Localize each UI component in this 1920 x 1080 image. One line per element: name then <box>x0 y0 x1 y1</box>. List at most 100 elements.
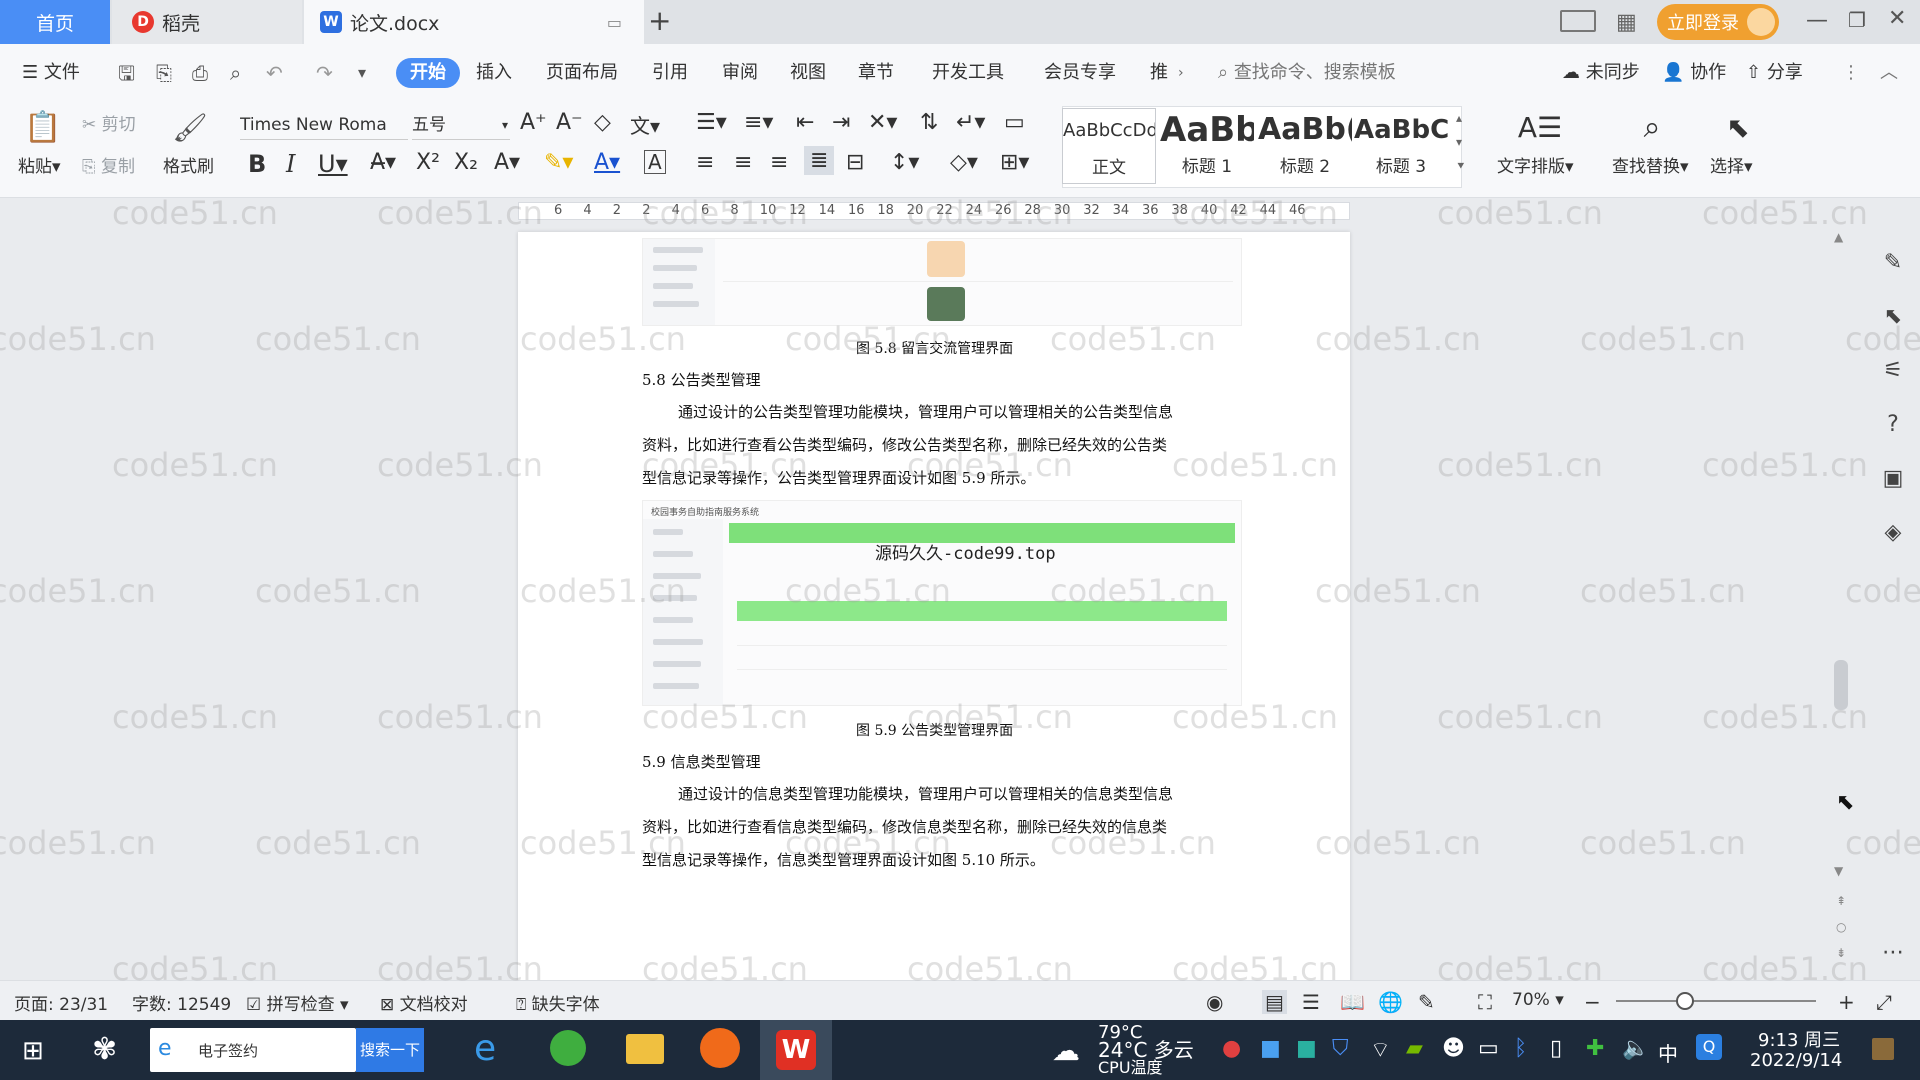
scroll-down-icon[interactable]: ▼ <box>1834 864 1843 878</box>
outline-view-icon[interactable]: ☰ <box>1302 990 1320 1014</box>
subscript-icon[interactable]: X₂ <box>454 150 478 175</box>
char-border-icon[interactable]: A <box>644 150 666 174</box>
style-scroll-icon[interactable]: ▴ ▾ ⯆ <box>1456 106 1466 178</box>
select-browse-icon[interactable]: ○ <box>1836 920 1846 934</box>
collapse-ribbon-icon[interactable]: ︿ <box>1880 58 1898 88</box>
web-view-icon[interactable]: 🌐 <box>1378 990 1403 1014</box>
zoom-in-icon[interactable]: + <box>1838 990 1855 1014</box>
ime-indicator[interactable]: 中 <box>1658 1038 1678 1067</box>
paste-icon[interactable]: 📋 <box>20 106 66 148</box>
cursor-select-icon[interactable]: ⬉ <box>1718 106 1758 148</box>
show-marks-icon[interactable]: ↵▾ <box>956 110 985 135</box>
help-icon[interactable]: ? <box>1879 412 1907 440</box>
tab-dev-tools[interactable]: 开发工具 <box>932 58 1004 88</box>
distribute-icon[interactable]: ⊟ <box>846 150 864 175</box>
bullet-list-icon[interactable]: ☰▾ <box>696 110 727 135</box>
tray-icon[interactable]: ✚ <box>1586 1036 1604 1061</box>
tray-icon[interactable]: ■ <box>1296 1036 1317 1061</box>
pinwheel-icon[interactable]: ✾ <box>92 1032 117 1067</box>
zoom-slider[interactable] <box>1616 1000 1816 1002</box>
indent-icon[interactable]: ⇥ <box>832 110 850 135</box>
tab-page-layout[interactable]: 页面布局 <box>546 58 618 88</box>
italic-icon[interactable]: I <box>286 150 295 178</box>
style-normal[interactable]: AaBbCcDd 正文 <box>1062 108 1156 184</box>
tab-insert[interactable]: 插入 <box>476 58 512 88</box>
app-icon[interactable] <box>700 1028 740 1068</box>
horizontal-ruler[interactable]: 6 4 2 2 4 6 8 10 12 14 16 18 20 22 24 26 28 30 32 34 36 38 40 4… <box>0 198 1920 224</box>
tab-member[interactable]: 会员专享 <box>1044 58 1116 88</box>
shrink-font-icon[interactable]: A⁻ <box>556 110 583 135</box>
style-heading3[interactable]: AaBbC 标题 3 <box>1354 108 1448 184</box>
layout-icon[interactable] <box>1560 10 1596 32</box>
eye-protect-icon[interactable]: ◉ <box>1206 990 1223 1014</box>
search-icon[interactable]: ⌕ <box>1630 106 1674 148</box>
copy-button[interactable]: ⎘ 复制 <box>82 152 135 177</box>
superscript-icon[interactable]: X² <box>416 150 440 175</box>
document-page[interactable]: 图 5.8 留言交流管理界面 5.8 公告类型管理 通过设计的公告类型管理功能模… <box>518 232 1350 1002</box>
align-center-icon[interactable]: ≡ <box>734 150 752 175</box>
chinese-layout-icon[interactable]: ✕▾ <box>868 110 897 135</box>
restore-icon[interactable]: ❐ <box>1848 8 1866 32</box>
pen-icon[interactable]: ✎ <box>1879 250 1907 278</box>
highlight-icon[interactable]: ✎▾ <box>544 150 573 175</box>
taskbar-search-input[interactable]: e 电子签约 <box>150 1028 356 1072</box>
settings-sliders-icon[interactable]: ⚟ <box>1879 358 1907 386</box>
save-icon[interactable]: 🖫 <box>118 58 135 88</box>
undo-icon[interactable]: ↶ <box>266 58 283 88</box>
tab-home[interactable]: 首页 <box>0 0 110 44</box>
word-count[interactable]: 字数: 12549 <box>132 990 231 1015</box>
fullscreen-icon[interactable]: ⤢ <box>1876 990 1892 1014</box>
scroll-up-icon[interactable]: ▲ <box>1834 230 1843 244</box>
tab-start[interactable]: 开始 <box>396 58 460 88</box>
vertical-scrollbar[interactable]: ▲ ▼ ⇞ ○ ⇟ <box>1830 224 1852 1004</box>
minimize-icon[interactable]: — <box>1806 8 1828 33</box>
tab-references[interactable]: 引用 <box>652 58 688 88</box>
page-view-icon[interactable]: ▤ <box>1262 990 1287 1014</box>
underline-icon[interactable]: U▾ <box>318 150 348 178</box>
share-button[interactable]: ⇧ 分享 <box>1746 58 1803 88</box>
grid-icon[interactable]: ▦ <box>1616 10 1637 35</box>
align-right-icon[interactable]: ≡ <box>770 150 788 175</box>
font-size-select[interactable]: 五号 ▾ <box>412 110 510 140</box>
command-search[interactable]: ⌕ 查找命令、搜索模板 <box>1218 58 1396 88</box>
scroll-thumb[interactable] <box>1834 660 1848 710</box>
file-menu[interactable]: ☰ 文件 <box>22 58 80 88</box>
browser-360-icon[interactable] <box>550 1030 586 1066</box>
font-color-icon[interactable]: A▾ <box>594 150 620 175</box>
more-horizontal-icon[interactable]: ⋯ <box>1879 940 1907 968</box>
nvidia-icon[interactable]: ▰ <box>1406 1036 1423 1061</box>
bold-icon[interactable]: B <box>248 150 266 178</box>
spellcheck-button[interactable]: ☑ 拼写检查 ▾ <box>246 990 349 1015</box>
clear-format-icon[interactable]: ◇ <box>594 110 611 135</box>
text-effect-icon[interactable]: A▾ <box>494 150 520 175</box>
sync-button[interactable]: ☁ 未同步 <box>1562 58 1640 88</box>
style-heading2[interactable]: AaBb(标题 2 <box>1258 108 1352 184</box>
table-tool-icon[interactable]: ▭ <box>1004 110 1025 135</box>
zoom-select[interactable]: 70% ▾ <box>1512 990 1564 1010</box>
grow-font-icon[interactable]: A⁺ <box>520 110 547 135</box>
notification-icon[interactable] <box>1872 1038 1894 1060</box>
image-icon[interactable]: ▣ <box>1879 466 1907 494</box>
wifi-icon[interactable]: ⌔ <box>1370 1036 1391 1064</box>
volume-icon[interactable]: 🔈 <box>1622 1036 1649 1061</box>
file-explorer-icon[interactable] <box>626 1034 664 1064</box>
zoom-out-icon[interactable]: − <box>1584 990 1601 1014</box>
reading-view-icon[interactable]: 📖 <box>1340 990 1365 1014</box>
shield-icon[interactable]: ⛉ <box>1332 1036 1349 1061</box>
tab-document[interactable]: W 论文.docx ▭ <box>304 0 644 44</box>
ie-icon[interactable]: e <box>474 1028 496 1069</box>
strikethrough-icon[interactable]: A̶▾ <box>370 150 396 175</box>
usb-icon[interactable]: ▯ <box>1550 1036 1562 1061</box>
next-page-icon[interactable]: ⇟ <box>1836 946 1846 960</box>
collab-button[interactable]: 👤 协作 <box>1662 58 1726 88</box>
write-view-icon[interactable]: ✎ <box>1418 990 1435 1014</box>
zoom-slider-handle[interactable] <box>1676 992 1694 1010</box>
page-indicator[interactable]: 页面: 23/31 <box>14 990 108 1015</box>
tab-review[interactable]: 审阅 <box>722 58 758 88</box>
login-button[interactable]: 立即登录 <box>1657 4 1779 40</box>
redo-icon[interactable]: ↷ <box>316 58 333 88</box>
doc-check-button[interactable]: ⊠ 文档校对 <box>380 990 468 1015</box>
wps-taskbar-item[interactable]: W <box>760 1020 832 1080</box>
battery-icon[interactable]: ▭ <box>1478 1036 1499 1061</box>
shading-icon[interactable]: ◇▾ <box>950 150 978 175</box>
